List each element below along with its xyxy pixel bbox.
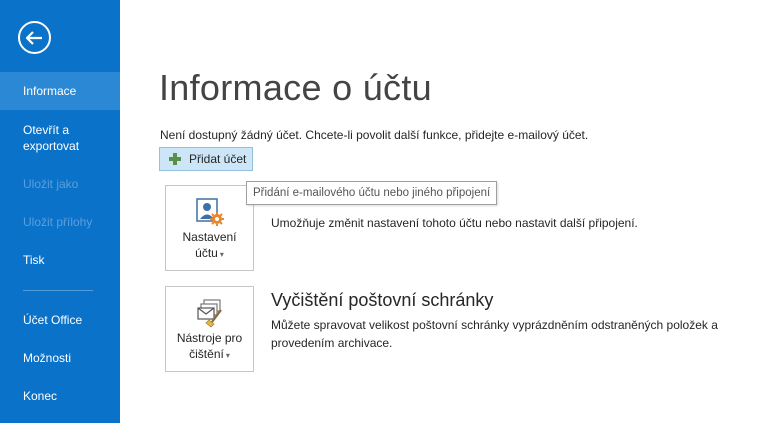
account-settings-label: Nastavení účtu ▾	[182, 230, 237, 260]
sidebar-item-ulozit-jako: Uložit jako	[23, 177, 79, 191]
back-arrow-icon	[26, 30, 43, 45]
back-button[interactable]	[18, 21, 51, 54]
account-settings-icon	[195, 197, 225, 227]
cleanup-tools-icon	[195, 298, 225, 328]
sidebar-item-informace[interactable]: Informace	[0, 72, 120, 110]
mailbox-cleanup-description: Můžete spravovat velikost poštovní schrá…	[271, 318, 718, 350]
page-title: Informace o účtu	[159, 67, 432, 108]
plus-icon	[169, 153, 181, 165]
sidebar-item-ucet-office[interactable]: Účet Office	[0, 312, 120, 328]
sidebar-item-otevrit-exportovat[interactable]: Otevřít a exportovat	[0, 122, 100, 154]
account-settings-button[interactable]: Nastavení účtu ▾	[165, 185, 254, 271]
sidebar-item-konec[interactable]: Konec	[0, 388, 120, 404]
account-settings-description: Umožňuje změnit nastavení tohoto účtu ne…	[271, 216, 638, 230]
mailbox-cleanup-heading: Vyčištění poštovní schránky	[271, 290, 494, 310]
add-account-tooltip: Přidání e-mailového účtu nebo jiného při…	[246, 181, 498, 205]
sidebar-item-moznosti[interactable]: Možnosti	[0, 350, 120, 366]
dropdown-caret-icon: ▾	[219, 250, 224, 259]
cleanup-tools-label: Nástroje pro čištění ▾	[176, 331, 243, 361]
backstage-sidebar: Informace Otevřít a exportovat Uložit ja…	[0, 0, 120, 423]
add-account-button[interactable]: Přidat účet	[159, 147, 253, 171]
sidebar-item-tisk[interactable]: Tisk	[0, 252, 120, 268]
cleanup-tools-button[interactable]: Nástroje pro čištění ▾	[165, 286, 254, 372]
sidebar-divider	[23, 290, 93, 291]
add-account-label: Přidat účet	[189, 152, 247, 166]
dropdown-caret-icon: ▾	[225, 351, 230, 360]
sidebar-item-ulozit-prilohy: Uložit přílohy	[23, 215, 93, 229]
no-account-notice: Není dostupný žádný účet. Chcete-li povo…	[160, 128, 589, 142]
